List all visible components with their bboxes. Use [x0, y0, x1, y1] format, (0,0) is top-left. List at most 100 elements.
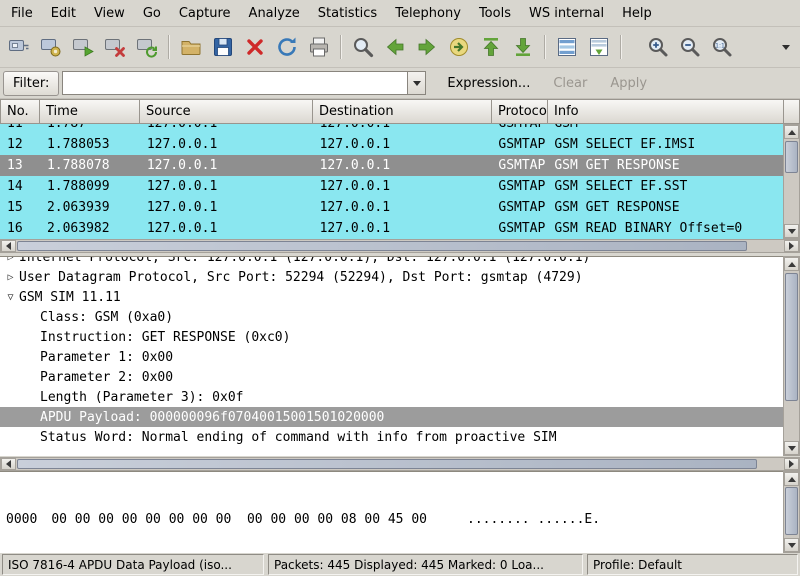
- packet-row-12[interactable]: 12 1.788053 127.0.0.1 127.0.0.1 GSMTAP G…: [0, 134, 783, 155]
- detail-line-ip[interactable]: ▷ Internet Protocol, Src: 127.0.0.1 (127…: [0, 256, 783, 267]
- toolbar-button-interfaces[interactable]: [4, 31, 34, 63]
- bytes-vscrollbar[interactable]: [783, 471, 800, 553]
- toolbar-button-zoom-in[interactable]: [643, 31, 673, 63]
- menu-edit[interactable]: Edit: [42, 0, 85, 26]
- scroll-left-button[interactable]: [1, 458, 16, 470]
- cell-info: GSM READ BINARY Offset=0: [547, 218, 783, 239]
- menu-capture[interactable]: Capture: [170, 0, 240, 26]
- scroll-down-button[interactable]: [784, 224, 799, 238]
- scroll-up-button[interactable]: [784, 125, 799, 139]
- apply-button[interactable]: Apply: [600, 71, 657, 96]
- packet-row-16[interactable]: 16 2.063982 127.0.0.1 127.0.0.1 GSMTAP G…: [0, 218, 783, 239]
- detail-field-instruction[interactable]: Instruction: GET RESPONSE (0xc0): [0, 327, 783, 347]
- scroll-thumb[interactable]: [785, 141, 798, 173]
- menu-tools[interactable]: Tools: [470, 0, 520, 26]
- toolbar-button-open[interactable]: [176, 31, 206, 63]
- toolbar-overflow-button[interactable]: [776, 31, 796, 63]
- filter-dropdown-button[interactable]: [407, 71, 426, 95]
- detail-field-status-word[interactable]: Status Word: Normal ending of command wi…: [0, 427, 783, 447]
- cell-destination: 127.0.0.1: [313, 197, 492, 218]
- toolbar-button-top[interactable]: [476, 31, 506, 63]
- packet-row-15[interactable]: 15 2.063939 127.0.0.1 127.0.0.1 GSMTAP G…: [0, 197, 783, 218]
- status-profile[interactable]: Profile: Default: [587, 554, 798, 575]
- column-header-destination[interactable]: Destination: [313, 99, 492, 124]
- scroll-up-button[interactable]: [784, 472, 799, 486]
- toolbar-button-back[interactable]: [380, 31, 410, 63]
- scroll-thumb[interactable]: [785, 273, 798, 401]
- statusbar: ISO 7816-4 APDU Data Payload (iso... Pac…: [0, 553, 800, 576]
- scroll-thumb[interactable]: [17, 241, 747, 251]
- menu-view[interactable]: View: [85, 0, 134, 26]
- cell-no: 13: [0, 155, 40, 176]
- toolbar-button-zoom-out[interactable]: [675, 31, 705, 63]
- hex-row-0000[interactable]: 000000 00 00 00 00 00 00 00 00 00 00 00 …: [6, 511, 783, 528]
- detail-field-class[interactable]: Class: GSM (0xa0): [0, 307, 783, 327]
- menu-analyze[interactable]: Analyze: [240, 0, 309, 26]
- go-to-bottom-icon: [511, 35, 535, 59]
- expander-icon[interactable]: ▷: [0, 256, 17, 263]
- packet-list-vscrollbar[interactable]: [783, 124, 800, 239]
- menu-ws-internal[interactable]: WS internal: [520, 0, 613, 26]
- close-file-icon: [243, 35, 267, 59]
- column-header-no[interactable]: No.: [0, 99, 40, 124]
- toolbar-button-capture-start[interactable]: [68, 31, 98, 63]
- menu-go[interactable]: Go: [134, 0, 170, 26]
- scroll-thumb[interactable]: [785, 487, 798, 535]
- scroll-up-button[interactable]: [784, 257, 799, 271]
- filter-input[interactable]: [62, 71, 407, 95]
- detail-field-parameter-1[interactable]: Parameter 1: 0x00: [0, 347, 783, 367]
- packet-row-14[interactable]: 14 1.788099 127.0.0.1 127.0.0.1 GSMTAP G…: [0, 176, 783, 197]
- scroll-down-button[interactable]: [784, 538, 799, 552]
- packet-row-11[interactable]: 11 1.787 127.0.0.1 127.0.0.1 GSMTAP GSM: [0, 124, 783, 134]
- details-hscrollbar[interactable]: [0, 457, 800, 471]
- toolbar-button-close[interactable]: [240, 31, 270, 63]
- filter-button[interactable]: Filter:: [3, 71, 59, 96]
- detail-field-apdu-payload-selected[interactable]: APDU Payload: 000000096f0704001500150102…: [0, 407, 783, 427]
- toolbar-button-capture-options[interactable]: [36, 31, 66, 63]
- detail-line-udp[interactable]: ▷ User Datagram Protocol, Src Port: 5229…: [0, 267, 783, 287]
- menu-telephony[interactable]: Telephony: [386, 0, 470, 26]
- toolbar-button-reload[interactable]: [272, 31, 302, 63]
- scroll-down-button[interactable]: [784, 441, 799, 455]
- column-header-source[interactable]: Source: [140, 99, 313, 124]
- column-header-info[interactable]: Info: [548, 99, 784, 124]
- menu-file[interactable]: File: [2, 0, 42, 26]
- toolbar-button-zoom-100[interactable]: 1:1: [707, 31, 737, 63]
- toolbar-button-capture-restart[interactable]: [132, 31, 162, 63]
- hex-offset: 0000: [6, 512, 37, 527]
- details-vscrollbar[interactable]: [783, 256, 800, 456]
- scroll-right-button[interactable]: [784, 240, 799, 252]
- toolbar-button-colorize[interactable]: [552, 31, 582, 63]
- cell-info: GSM GET RESPONSE: [547, 197, 783, 218]
- toolbar-button-capture-stop[interactable]: [100, 31, 130, 63]
- toolbar-button-print[interactable]: [304, 31, 334, 63]
- scroll-thumb[interactable]: [17, 459, 757, 469]
- detail-line-gsm-sim[interactable]: ▽ GSM SIM 11.11: [0, 287, 783, 307]
- cell-time: 1.788053: [40, 134, 140, 155]
- expression-button[interactable]: Expression...: [437, 71, 540, 96]
- packet-row-13-selected[interactable]: 13 1.788078 127.0.0.1 127.0.0.1 GSMTAP G…: [0, 155, 783, 176]
- detail-field-parameter-2[interactable]: Parameter 2: 0x00: [0, 367, 783, 387]
- toolbar-button-save[interactable]: [208, 31, 238, 63]
- scroll-left-button[interactable]: [1, 240, 16, 252]
- detail-field-length[interactable]: Length (Parameter 3): 0x0f: [0, 387, 783, 407]
- toolbar-button-find[interactable]: [348, 31, 378, 63]
- go-back-icon: [383, 35, 407, 59]
- toolbar-button-forward[interactable]: [412, 31, 442, 63]
- column-header-protocol[interactable]: Protocol: [492, 99, 548, 124]
- menu-statistics[interactable]: Statistics: [309, 0, 386, 26]
- toolbar-button-goto[interactable]: [444, 31, 474, 63]
- menu-help[interactable]: Help: [613, 0, 661, 26]
- scroll-right-button[interactable]: [784, 458, 799, 470]
- cell-protocol: GSMTAP: [491, 124, 547, 134]
- cell-time: 1.788078: [40, 155, 140, 176]
- clear-button[interactable]: Clear: [543, 71, 597, 96]
- expander-icon[interactable]: ▽: [0, 292, 17, 303]
- column-header-time[interactable]: Time: [40, 99, 140, 124]
- expander-icon[interactable]: ▷: [0, 272, 17, 283]
- packet-list-hscrollbar[interactable]: [0, 239, 800, 253]
- toolbar-button-bottom[interactable]: [508, 31, 538, 63]
- column-header-stub: [784, 99, 800, 124]
- toolbar-button-autoscroll[interactable]: [584, 31, 614, 63]
- reload-icon: [275, 35, 299, 59]
